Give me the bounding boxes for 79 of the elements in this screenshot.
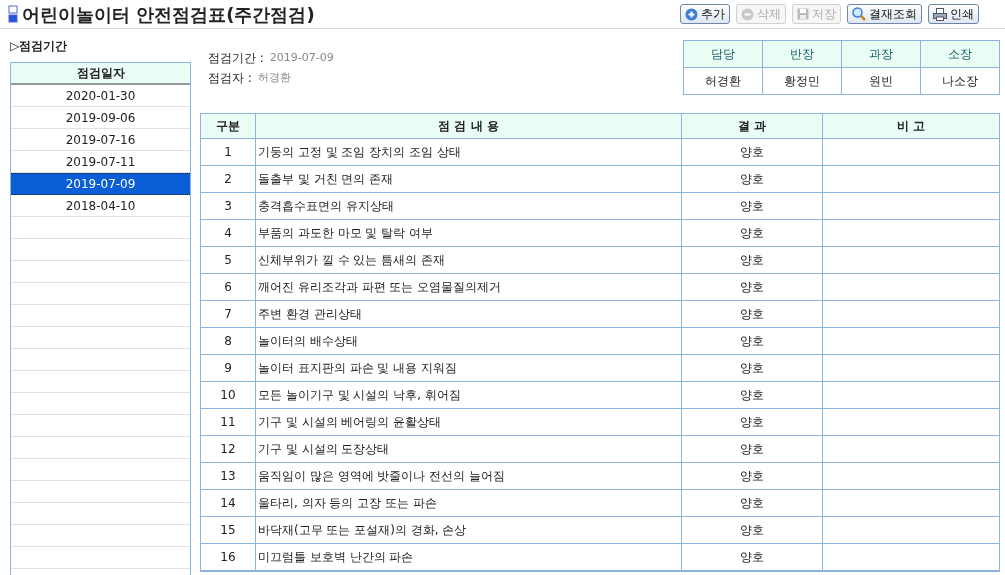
column-header: 비 고 bbox=[822, 114, 999, 139]
table-cell: 주변 환경 관리상태 bbox=[255, 301, 681, 328]
table-cell: 놀이터의 배수상태 bbox=[255, 328, 681, 355]
field-value: 허경환 bbox=[257, 70, 291, 86]
table-cell: 양호 bbox=[681, 409, 822, 436]
table-cell: 13 bbox=[201, 463, 255, 490]
table-cell: 8 bbox=[201, 328, 255, 355]
table-cell: 15 bbox=[201, 517, 255, 544]
table-cell: 양호 bbox=[681, 274, 822, 301]
table-cell: 모든 놀이기구 및 시설의 낙후, 휘어짐 bbox=[255, 382, 681, 409]
table-cell: 양호 bbox=[681, 166, 822, 193]
date-list-item[interactable]: 2019-09-06 bbox=[11, 107, 190, 129]
table-cell: 부품의 과도한 마모 및 탈락 여부 bbox=[255, 220, 681, 247]
table-cell: 양호 bbox=[681, 463, 822, 490]
table-cell: 신체부위가 낄 수 있는 틈새의 존재 bbox=[255, 247, 681, 274]
search-icon bbox=[852, 7, 866, 21]
table-cell: 14 bbox=[201, 490, 255, 517]
table-cell: 충격흡수표면의 유지상태 bbox=[255, 193, 681, 220]
table-cell: 5 bbox=[201, 247, 255, 274]
table-cell: 7 bbox=[201, 301, 255, 328]
field-label: 점검자 : bbox=[208, 70, 252, 87]
column-header: 점 검 내 용 bbox=[255, 114, 681, 139]
table-cell: 양호 bbox=[681, 490, 822, 517]
minus-icon bbox=[741, 7, 754, 21]
date-list-item[interactable]: 2019-07-09 bbox=[11, 173, 190, 195]
table-cell: 양호 bbox=[681, 355, 822, 382]
table-cell: 기구 및 시설의 베어링의 윤활상태 bbox=[255, 409, 681, 436]
table-cell: 양호 bbox=[681, 328, 822, 355]
toolbar-button[interactable]: 결재조회 bbox=[847, 4, 922, 24]
table-cell: 양호 bbox=[681, 544, 822, 571]
approval-cell: 나소장 bbox=[920, 67, 1000, 95]
table-cell: 양호 bbox=[681, 382, 822, 409]
table-cell: 기구 및 시설의 도장상태 bbox=[255, 436, 681, 463]
approval-cell: 허경환 bbox=[683, 67, 763, 95]
page-icon bbox=[8, 5, 18, 23]
table-cell: 양호 bbox=[681, 436, 822, 463]
table-cell: 9 bbox=[201, 355, 255, 382]
date-list-item[interactable]: 2019-07-16 bbox=[11, 129, 190, 151]
add-icon bbox=[685, 7, 698, 21]
approval-header: 소장 bbox=[920, 40, 1000, 68]
date-list-item[interactable]: 2020-01-30 bbox=[11, 85, 190, 107]
table-cell: 기둥의 고정 및 조임 장치의 조임 상태 bbox=[255, 139, 681, 166]
column-header: 구분 bbox=[201, 114, 255, 139]
table-cell: 양호 bbox=[681, 220, 822, 247]
table-cell: 바닥재(고무 또는 포설재)의 경화, 손상 bbox=[255, 517, 681, 544]
table-cell: 놀이터 표지판의 파손 및 내용 지워짐 bbox=[255, 355, 681, 382]
save-icon bbox=[797, 8, 809, 20]
table-cell: 16 bbox=[201, 544, 255, 571]
column-header: 결 과 bbox=[681, 114, 822, 139]
table-cell: 4 bbox=[201, 220, 255, 247]
table-cell: 양호 bbox=[681, 301, 822, 328]
date-list-item[interactable]: 2018-04-10 bbox=[11, 195, 190, 217]
field-label: 점검기간 : bbox=[208, 50, 264, 67]
column-header: 점검일자 bbox=[11, 63, 190, 85]
table-cell: 2 bbox=[201, 166, 255, 193]
approval-header: 담당 bbox=[683, 40, 763, 68]
table-cell: 미끄럼틀 보호벽 난간의 파손 bbox=[255, 544, 681, 571]
page-title: 어린이놀이터 안전점검표(주간점검) bbox=[22, 2, 315, 27]
table-cell: 양호 bbox=[681, 193, 822, 220]
table-cell: 양호 bbox=[681, 139, 822, 166]
toolbar-button[interactable]: 인쇄 bbox=[928, 4, 979, 24]
table-cell: 6 bbox=[201, 274, 255, 301]
approval-header: 과장 bbox=[841, 40, 921, 68]
table-cell: 움직임이 많은 영역에 밧줄이나 전선의 늘어짐 bbox=[255, 463, 681, 490]
field-value: 2019-07-09 bbox=[269, 50, 334, 66]
approval-header: 반장 bbox=[762, 40, 842, 68]
table-cell: 12 bbox=[201, 436, 255, 463]
toolbar-button[interactable]: 추가 bbox=[680, 4, 730, 24]
table-cell: 양호 bbox=[681, 517, 822, 544]
table-cell: 양호 bbox=[681, 247, 822, 274]
table-cell: 1 bbox=[201, 139, 255, 166]
table-cell: 11 bbox=[201, 409, 255, 436]
table-cell: 깨어진 유리조각과 파편 또는 오염물질의제거 bbox=[255, 274, 681, 301]
table-cell: 10 bbox=[201, 382, 255, 409]
printer-icon bbox=[933, 7, 947, 21]
section-heading: ▷점검기간 bbox=[10, 38, 69, 55]
table-cell: 3 bbox=[201, 193, 255, 220]
table-cell: 돌출부 및 거친 면의 존재 bbox=[255, 166, 681, 193]
table-cell: 울타리, 의자 등의 고장 또는 파손 bbox=[255, 490, 681, 517]
